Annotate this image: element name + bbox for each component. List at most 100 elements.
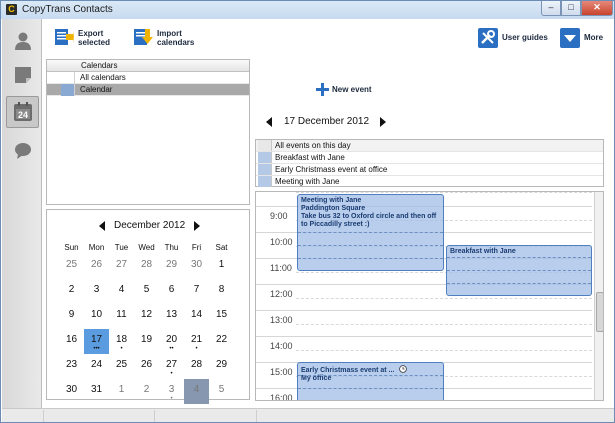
calendar-row-label: Calendar [80,85,113,94]
calendar-day[interactable]: 3 • [159,379,184,404]
calendar-checkbox[interactable] [61,84,75,96]
calendar-day[interactable]: 4 [109,279,134,304]
event-checkbox[interactable] [258,164,272,175]
calendar-day[interactable]: 31 [84,379,109,404]
calendar-row-calendar[interactable]: Calendar [47,84,249,96]
calendar-day[interactable]: 2 [59,279,84,304]
hour-row: 14:00 [256,336,592,362]
event-meeting-with-jane[interactable]: Meeting with Jane Paddington Square Take… [297,194,444,271]
person-icon [14,32,31,50]
weekday-label: Wed [138,243,155,252]
calendar-day[interactable]: 12 [134,304,159,329]
calendar-day[interactable]: 27 [109,254,134,279]
calendar-day[interactable]: 28 [134,254,159,279]
month-navigation: December 2012 [99,220,201,231]
next-day-button[interactable] [380,116,387,127]
next-month-button[interactable] [194,220,201,231]
event-list-item[interactable]: Breakfast with Jane [256,152,603,164]
calendar-day[interactable]: 13 [159,304,184,329]
events-list-header: All events on this day [256,140,603,152]
previous-month-button[interactable] [99,220,105,231]
new-event-button[interactable]: New event [316,83,372,96]
calendar-day[interactable]: 25 [59,254,84,279]
scrollbar-thumb[interactable] [596,292,603,332]
more-button[interactable]: More [560,28,614,52]
speech-bubble-icon [14,143,31,159]
calendar-day[interactable]: 2 [134,379,159,404]
event-breakfast-with-jane[interactable]: Breakfast with Jane [446,245,592,296]
calendar-day[interactable]: 25 [109,354,134,379]
calendar-day[interactable]: 15 [209,304,234,329]
calendar-day[interactable]: 18 • [109,329,134,354]
calendar-week: 16 17 ••• 18 • 19 20 •• 21 • 22 [59,329,234,354]
calendar-day[interactable]: 28 [184,354,209,379]
calendar-day[interactable]: 16 [59,329,84,354]
calendar-day[interactable]: 5 [134,279,159,304]
calendar-day[interactable]: 30 [184,254,209,279]
calendar-day[interactable]: 4 [184,379,209,404]
close-button[interactable]: ✕ [581,1,613,16]
event-early-christmass[interactable]: Early Christmass event at ... My office [297,362,444,400]
calendar-day[interactable]: 8 [209,279,234,304]
event-checkbox[interactable] [258,176,272,187]
hour-label: 16:00 [270,393,293,401]
maximize-button[interactable]: □ [561,1,581,16]
minimize-button[interactable]: – [541,1,561,16]
weekday-header: Sun Mon Tue Wed Thu Fri Sat [59,243,234,252]
calendar-icon: 24 [13,102,32,121]
event-list-item[interactable]: Meeting with Jane [256,176,603,188]
calendar-day[interactable]: 1 [109,379,134,404]
day-view-scrollbar[interactable] [594,192,603,400]
calendar-day[interactable]: 19 [134,329,159,354]
calendar-day[interactable]: 14 [184,304,209,329]
calendar-week: 23 24 25 26 27 • 28 29 [59,354,234,379]
month-title: December 2012 [114,220,186,231]
weekday-label: Sat [215,243,228,252]
calendar-day[interactable]: 6 [159,279,184,304]
export-selected-label: Export selected [78,29,111,47]
hour-label: 10:00 [270,237,293,247]
calendar-day[interactable]: 21 • [184,329,209,354]
status-bar [2,408,614,422]
calendar-day[interactable]: 30 [59,379,84,404]
event-list-item[interactable]: Early Christmass event at office [256,164,603,176]
calendars-panel: Calendars All calendars Calendar [46,59,250,205]
calendar-day[interactable]: 1 [209,254,234,279]
export-selected-button[interactable]: Export selected [54,27,123,51]
hour-label: 9:00 [270,211,288,221]
event-dots: •• [169,346,174,352]
calendar-day[interactable]: 29 [209,354,234,379]
calendar-checkbox[interactable] [61,72,75,84]
calendar-day[interactable]: 3 [84,279,109,304]
calendar-badge: 24 [17,110,27,120]
sidebar-item-messages[interactable] [6,135,39,167]
calendar-day[interactable]: 24 [84,354,109,379]
calendar-day[interactable]: 27 • [159,354,184,379]
calendar-day[interactable]: 11 [109,304,134,329]
calendar-day[interactable]: 22 [209,329,234,354]
calendar-day[interactable]: 20 •• [159,329,184,354]
calendar-day[interactable]: 23 [59,354,84,379]
weekday-label: Tue [114,243,129,252]
event-dots: • [195,346,198,352]
calendar-day[interactable]: 7 [184,279,209,304]
previous-day-button[interactable] [266,116,272,127]
calendar-day[interactable]: 17 ••• [84,329,109,354]
calendar-row-all[interactable]: All calendars [47,72,249,84]
calendar-week: 9 10 11 12 13 14 15 [59,304,234,329]
sidebar-item-contacts[interactable] [6,25,39,57]
calendar-day[interactable]: 26 [134,354,159,379]
hour-label: 11:00 [270,263,292,273]
user-guides-button[interactable]: User guides [478,28,552,52]
calendar-day[interactable]: 29 [159,254,184,279]
calendars-header-label: Calendars [81,61,118,70]
calendar-day[interactable]: 10 [84,304,109,329]
hour-row: 13:00 [256,310,592,336]
import-calendars-button[interactable]: Import calendars [133,27,202,51]
calendar-day[interactable]: 5 [209,379,234,404]
sidebar-item-notes[interactable] [6,59,39,91]
sidebar-item-calendars[interactable]: 24 [6,96,39,128]
calendar-day[interactable]: 26 [84,254,109,279]
calendar-day[interactable]: 9 [59,304,84,329]
event-checkbox[interactable] [258,152,272,163]
